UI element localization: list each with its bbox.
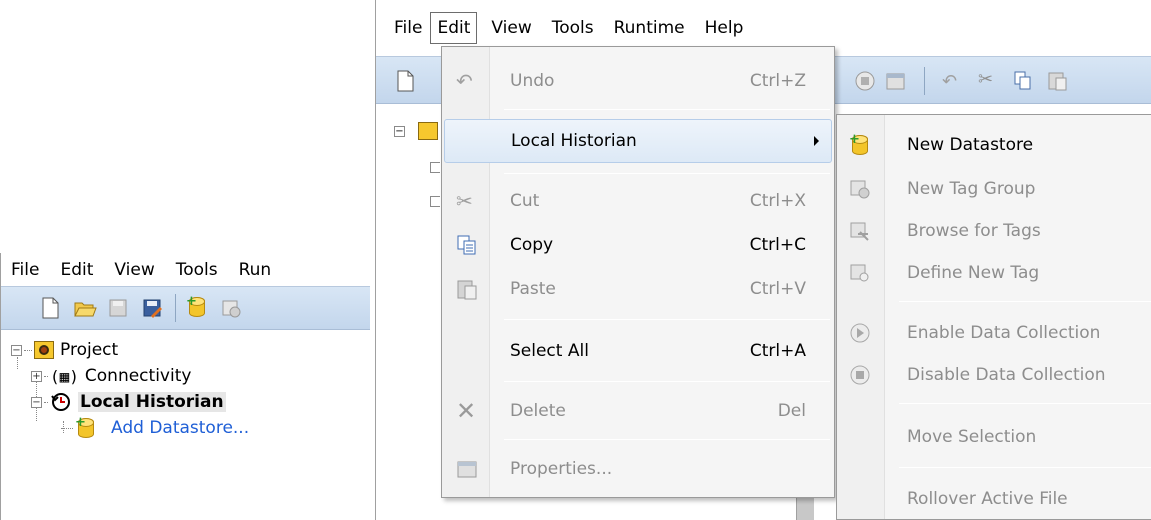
new-tag-group-toolbar-icon[interactable] [220, 296, 242, 320]
submenu-item-browse-for-tags[interactable]: Browse for Tags [839, 209, 1151, 253]
project-icon [34, 341, 54, 359]
copy-icon [456, 234, 478, 256]
collapse-toggle[interactable]: − [11, 344, 22, 356]
stop-circle-toolbar-icon[interactable] [854, 70, 876, 96]
open-folder-icon[interactable] [73, 296, 97, 320]
menu-separator [899, 301, 1151, 302]
stop-circle-icon [849, 364, 871, 386]
submenu-item-rollover-active-file[interactable]: Rollover Active File [839, 477, 1151, 519]
play-circle-icon [849, 322, 871, 344]
save-disabled-icon[interactable] [107, 296, 129, 320]
scissors-icon: ✂ [456, 189, 473, 213]
tree-label-add-datastore[interactable]: Add Datastore... [111, 418, 249, 438]
undo-toolbar-icon[interactable]: ↶ [942, 71, 957, 92]
expand-toggle[interactable]: + [31, 370, 42, 382]
left-menu-runtime[interactable]: Run [239, 260, 272, 280]
toolbar-separator [924, 67, 925, 95]
local-historian-submenu: + New Datastore New Tag Group Browse for… [836, 114, 1151, 520]
tree-node-project[interactable]: − Project [11, 337, 118, 363]
left-menu-edit[interactable]: Edit [60, 260, 93, 280]
menu-file[interactable]: File [388, 13, 428, 43]
cut-toolbar-icon[interactable]: ✂ [978, 69, 993, 90]
menu-item-undo[interactable]: ↶ Undo Ctrl+Z [444, 59, 832, 103]
save-as-icon[interactable] [141, 296, 163, 320]
datastore-icon: + [849, 132, 871, 156]
menu-separator [504, 173, 830, 174]
undo-icon: ↶ [456, 69, 473, 93]
tag-group-icon [849, 178, 871, 200]
collapse-toggle[interactable]: − [31, 396, 42, 408]
menu-separator [899, 403, 1151, 404]
menu-item-cut[interactable]: ✂ Cut Ctrl+X [444, 179, 832, 223]
submenu-arrow-icon [814, 136, 819, 146]
project-icon [418, 122, 438, 140]
left-menu-tools[interactable]: Tools [176, 260, 218, 280]
menu-item-paste[interactable]: Paste Ctrl+V [444, 267, 832, 311]
menu-item-delete[interactable]: ✕ Delete Del [444, 389, 832, 433]
menu-help[interactable]: Help [699, 13, 750, 43]
new-file-icon[interactable] [39, 296, 61, 320]
menu-tools[interactable]: Tools [546, 13, 600, 43]
tree-node-connectivity[interactable]: + (▦) Connectivity [31, 363, 191, 389]
tree-node-add-datastore[interactable]: + Add Datastore... [61, 415, 249, 441]
copy-toolbar-icon[interactable] [1012, 69, 1034, 95]
tree-expand-toggle[interactable] [430, 162, 440, 173]
submenu-item-define-new-tag[interactable]: Define New Tag [839, 251, 1151, 295]
menu-item-copy[interactable]: Copy Ctrl+C [444, 223, 832, 267]
menu-separator [504, 109, 830, 110]
menu-item-local-historian[interactable]: Local Historian [444, 119, 832, 163]
paste-toolbar-icon[interactable] [1046, 69, 1068, 95]
submenu-item-new-datastore[interactable]: + New Datastore [839, 123, 1151, 167]
submenu-item-move-selection[interactable]: Move Selection [839, 415, 1151, 459]
tree-expand-toggle[interactable] [430, 196, 440, 207]
left-menu-file[interactable]: File [11, 260, 39, 280]
menu-edit[interactable]: Edit [430, 12, 478, 44]
properties-toolbar-icon[interactable] [884, 69, 908, 97]
menu-separator [504, 381, 830, 382]
menu-runtime[interactable]: Runtime [608, 13, 691, 43]
screenshot-stage: File Edit View Tools Run + − Project + (… [0, 0, 1151, 520]
left-menu-view[interactable]: View [114, 260, 154, 280]
new-file-icon[interactable] [394, 69, 416, 97]
submenu-item-enable-data-collection[interactable]: Enable Data Collection [839, 311, 1151, 355]
properties-icon [456, 458, 478, 480]
connectivity-icon: (▦) [50, 366, 79, 386]
datastore-icon: + [75, 415, 99, 439]
left-toolbar: + [1, 286, 370, 330]
menu-separator [504, 319, 830, 320]
browse-tags-icon [849, 220, 871, 242]
left-menubar: File Edit View Tools Run [1, 253, 370, 287]
edit-menu-dropdown: ↶ Undo Ctrl+Z Local Historian ✂ Cut Ctrl… [441, 46, 835, 498]
new-datastore-toolbar-icon[interactable]: + [186, 294, 208, 320]
toolbar-separator [175, 294, 176, 322]
submenu-item-new-tag-group[interactable]: New Tag Group [839, 167, 1151, 211]
menu-item-properties[interactable]: Properties... [444, 447, 832, 491]
clock-history-icon [50, 391, 72, 413]
define-tag-icon [849, 262, 871, 284]
tree-label-project: Project [60, 340, 119, 360]
tree-collapse-toggle[interactable]: − [394, 126, 405, 137]
left-project-window: File Edit View Tools Run + − Project + (… [0, 253, 370, 520]
tree-node-local-historian[interactable]: − Local Historian [31, 389, 226, 415]
menu-item-select-all[interactable]: Select All Ctrl+A [444, 329, 832, 373]
menu-separator [504, 439, 830, 440]
tree-label-local-historian: Local Historian [78, 392, 226, 412]
menu-separator [899, 467, 1151, 468]
paste-icon [456, 278, 478, 300]
tree-label-connectivity: Connectivity [84, 366, 192, 386]
delete-x-icon: ✕ [456, 397, 477, 425]
submenu-item-disable-data-collection[interactable]: Disable Data Collection [839, 353, 1151, 397]
menu-view[interactable]: View [485, 13, 537, 43]
